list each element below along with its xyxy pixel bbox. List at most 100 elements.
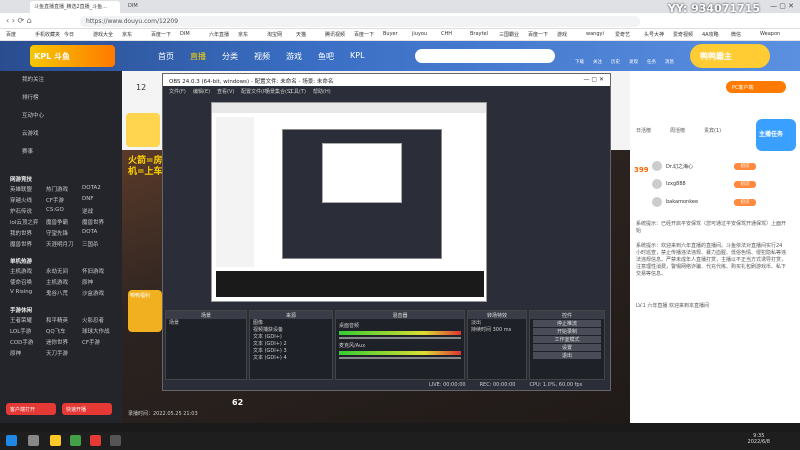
obs-menu-item[interactable]: 查看(V) xyxy=(217,88,234,95)
obs-icon[interactable] xyxy=(110,435,121,446)
bookmark-item[interactable]: 三国霸业 xyxy=(499,31,519,38)
douyu-logo[interactable]: KPL 斗鱼 xyxy=(30,45,115,67)
sidebar-game-item[interactable]: 魔兽世界 xyxy=(82,218,104,226)
sidebar-game-item[interactable]: DOTA2 xyxy=(82,185,101,191)
sidebar-game-item[interactable]: 鬼谷八荒 xyxy=(46,289,68,297)
obs-panel-item[interactable]: 持续时间 300 ms xyxy=(468,326,526,333)
nav-item[interactable]: 分类 xyxy=(222,51,238,62)
sidebar-game-item[interactable]: 主机游戏 xyxy=(10,267,32,275)
sidebar-item[interactable]: 互动中心 xyxy=(22,111,44,119)
obs-panel-item[interactable]: 场景 xyxy=(166,319,246,326)
bookmark-item[interactable]: 头号大神 xyxy=(644,31,664,38)
nav-item[interactable]: 视频 xyxy=(254,51,270,62)
sidebar-game-item[interactable]: 我的世界 xyxy=(10,229,32,237)
sidebar-game-item[interactable]: QQ飞车 xyxy=(46,327,66,335)
sidebar-game-item[interactable]: 迷你世界 xyxy=(46,338,68,346)
bookmark-item[interactable]: 微信 xyxy=(731,31,741,38)
obs-menu-item[interactable]: 帮助(H) xyxy=(313,88,331,95)
bookmark-item[interactable]: 手机收藏夹 xyxy=(35,31,60,38)
explorer-icon[interactable] xyxy=(50,435,61,446)
sidebar-game-item[interactable]: 沙盒游戏 xyxy=(82,289,104,297)
sidebar-game-item[interactable]: 天涯明月刀 xyxy=(46,240,74,248)
nav-item[interactable]: 鱼吧 xyxy=(318,51,334,62)
header-link[interactable]: 历史 xyxy=(611,59,620,65)
sidebar-game-item[interactable]: 火影忍者 xyxy=(82,316,104,324)
rank-tab[interactable]: 周活榜 xyxy=(670,127,685,134)
bookmark-item[interactable]: 六年直播 xyxy=(209,31,229,38)
sidebar-button[interactable]: 快速开播 xyxy=(62,403,112,415)
bookmark-item[interactable]: 游戏 xyxy=(557,31,567,38)
address-bar[interactable]: https://www.douyu.com/12209 xyxy=(80,16,640,27)
header-link[interactable]: 任务 xyxy=(647,59,656,65)
obs-panel-item[interactable]: 文本 (GDI+) 2 xyxy=(250,340,332,347)
obs-preview[interactable] xyxy=(211,102,487,302)
room-badge[interactable]: 鸭鸭霸主 xyxy=(690,44,770,68)
sidebar-game-item[interactable]: lol云顶之弈 xyxy=(10,218,38,226)
clock[interactable]: 9:35 2022/6/8 xyxy=(748,433,770,445)
sidebar-game-item[interactable]: 英雄联盟 xyxy=(10,185,32,193)
bookmark-item[interactable]: 百度一下 xyxy=(354,31,374,38)
task-badge[interactable]: 主播任务 xyxy=(756,119,796,151)
obs-menu-item[interactable]: 文件(F) xyxy=(169,88,186,95)
search-input[interactable] xyxy=(415,49,555,63)
nav-item[interactable]: KPL xyxy=(350,51,365,60)
tab-douyu[interactable]: 斗鱼直播直播_精选2直播_斗鱼... xyxy=(30,1,120,13)
sidebar-game-item[interactable]: V Rising xyxy=(10,289,32,295)
bookmark-item[interactable]: Buyer xyxy=(383,31,398,37)
sidebar-game-item[interactable]: 主机游戏 xyxy=(46,278,68,286)
obs-panel-item[interactable]: 视频捕获设备 xyxy=(250,326,332,333)
bookmark-item[interactable]: jiuyou xyxy=(412,31,427,37)
sidebar-game-item[interactable]: 三国杀 xyxy=(82,240,99,248)
avatar[interactable] xyxy=(652,161,662,171)
obs-menu-item[interactable]: 工具(T) xyxy=(289,88,306,95)
bookmark-item[interactable]: wangyi xyxy=(586,31,604,37)
promo-badge[interactable]: 鸭鸭福利 xyxy=(128,290,162,332)
sidebar-game-item[interactable]: 穿越火线 xyxy=(10,196,32,204)
obs-control-button[interactable]: 设置 xyxy=(533,344,601,351)
avatar[interactable] xyxy=(652,197,662,207)
sidebar-game-item[interactable]: CF手游 xyxy=(82,338,100,346)
sidebar-item[interactable]: 排行榜 xyxy=(22,93,39,101)
tab-dim[interactable]: DIM xyxy=(124,1,164,13)
app-icon[interactable] xyxy=(90,435,101,446)
bookmark-item[interactable]: 天猫 xyxy=(296,31,306,38)
bookmark-item[interactable]: Weapon xyxy=(760,31,780,37)
bookmark-item[interactable]: 今日 xyxy=(64,31,74,38)
sidebar-game-item[interactable]: 天刀手游 xyxy=(46,349,68,357)
bookmark-item[interactable]: 京东 xyxy=(238,31,248,38)
bookmark-item[interactable]: 淘宝网 xyxy=(267,31,282,38)
sidebar-game-item[interactable]: 和平精英 xyxy=(46,316,68,324)
rank-user-name[interactable]: lzxg888 xyxy=(666,181,686,187)
bookmark-item[interactable]: 腾讯视频 xyxy=(325,31,345,38)
header-link[interactable]: 下载 xyxy=(575,59,584,65)
sidebar-game-item[interactable]: 热门游戏 xyxy=(46,185,68,193)
obs-control-button[interactable]: 停止推流 xyxy=(533,320,601,327)
obs-panel-item[interactable]: 文本 (GDI+) 4 xyxy=(250,354,332,361)
rank-tab[interactable]: 贵宾(1) xyxy=(704,127,721,134)
sidebar-game-item[interactable]: 原神 xyxy=(82,278,93,286)
sidebar-item[interactable]: 赛事 xyxy=(22,147,33,155)
sidebar-game-item[interactable]: 球球大作战 xyxy=(82,327,110,335)
obs-panel-item[interactable]: 淡出 xyxy=(468,319,526,326)
bookmark-item[interactable]: 百度一下 xyxy=(151,31,171,38)
start-icon[interactable] xyxy=(6,435,17,446)
nav-item[interactable]: 首页 xyxy=(158,51,174,62)
sidebar-item[interactable]: 我的关注 xyxy=(22,75,44,83)
obs-window-controls[interactable]: — ▢ ✕ xyxy=(583,76,604,83)
sidebar-game-item[interactable]: 守望先锋 xyxy=(46,229,68,237)
sidebar-game-item[interactable]: 怀旧游戏 xyxy=(82,267,104,275)
nav-arrows-icon[interactable]: ‹ › ⟳ ⌂ xyxy=(6,16,32,25)
sidebar-game-item[interactable]: CF手游 xyxy=(46,196,64,204)
obs-control-button[interactable]: 工作室模式 xyxy=(533,336,601,343)
pc-client-button[interactable]: PC客户端 xyxy=(726,81,786,93)
obs-panel-item[interactable]: 文本 (GDI+) xyxy=(250,333,332,340)
obs-control-button[interactable]: 退出 xyxy=(533,352,601,359)
obs-panel-item[interactable]: 文本 (GDI+) 3 xyxy=(250,347,332,354)
bookmark-item[interactable]: 百度一下 xyxy=(528,31,548,38)
obs-menu-item[interactable]: 配置文件(P) xyxy=(241,88,268,95)
bookmark-item[interactable]: 4A攻略 xyxy=(702,31,719,38)
avatar[interactable] xyxy=(652,179,662,189)
sidebar-item[interactable]: 云游戏 xyxy=(22,129,39,137)
search-icon[interactable] xyxy=(28,435,39,446)
anchor-avatar[interactable] xyxy=(126,113,160,147)
